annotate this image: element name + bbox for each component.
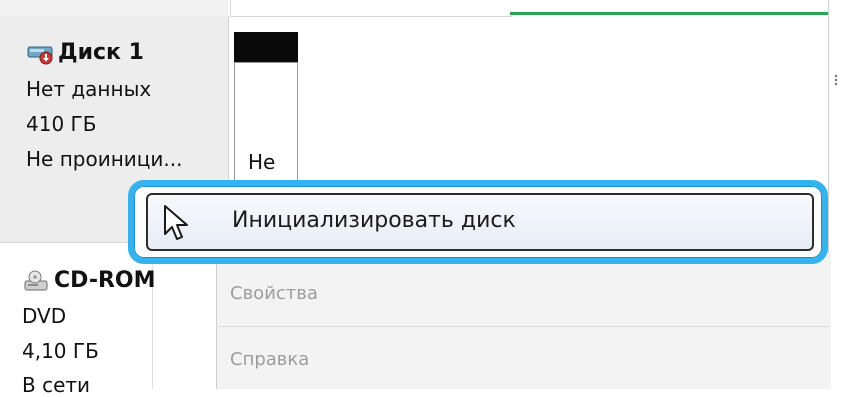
volume-header-bar <box>234 32 298 62</box>
cdrom-size: 4,10 ГБ <box>22 339 99 363</box>
cdrom-title-row: CD-ROM <box>22 268 155 293</box>
disk-icon <box>26 43 56 64</box>
cdrom-icon <box>22 269 50 293</box>
mouse-cursor-icon <box>162 204 190 242</box>
menu-separator <box>216 326 830 327</box>
volume-box[interactable] <box>234 62 298 194</box>
volume-label: Не <box>248 150 276 174</box>
menu-item-initialize-disk-label: Инициализировать диск <box>232 208 516 233</box>
cdrom-status: В сети <box>22 373 91 397</box>
disk-1-init-state: Не проиници... <box>26 147 183 171</box>
disk-1-size: 410 ГБ <box>26 112 97 136</box>
cdrom-type: DVD <box>22 304 67 328</box>
disk-1-title: Диск 1 <box>58 40 144 65</box>
cdrom-title: CD-ROM <box>54 268 156 293</box>
resize-grip-icon[interactable] <box>834 74 838 86</box>
disk-1-status: Нет данных <box>26 77 152 101</box>
top-strip-middle <box>230 0 512 17</box>
disk-1-title-row: Диск 1 <box>26 40 144 65</box>
menu-item-help[interactable]: Справка <box>230 349 309 370</box>
top-strip-progress <box>510 0 828 15</box>
menu-item-properties[interactable]: Свойства <box>230 283 318 304</box>
